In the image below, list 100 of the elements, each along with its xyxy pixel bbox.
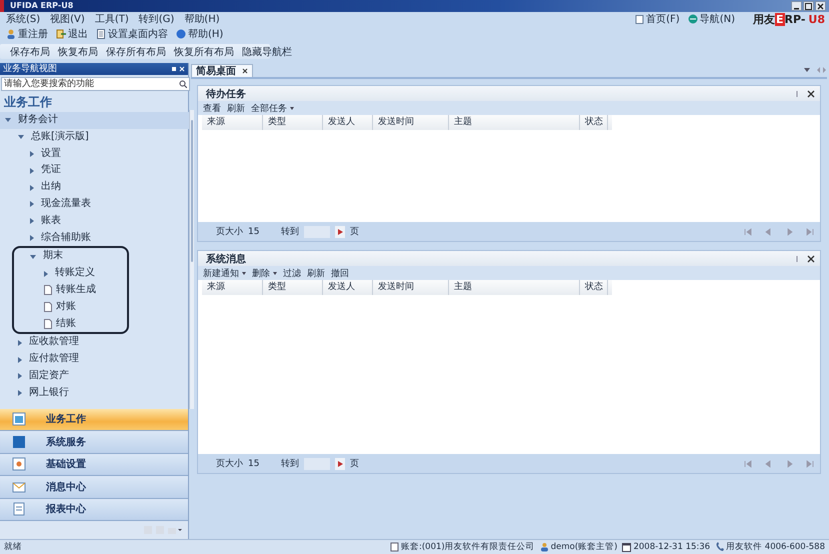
document-icon	[390, 542, 399, 552]
toolbar-button[interactable]: 恢复布局	[56, 44, 100, 58]
column-header[interactable]: 发送人	[323, 115, 373, 130]
close-icon	[817, 2, 824, 10]
nav-button[interactable]: 报表中心	[0, 498, 188, 521]
panel-title: 系统消息	[206, 252, 246, 266]
search-field[interactable]: 请输入您要搜索的功能	[1, 77, 190, 91]
toolbar-button[interactable]: 全部任务	[251, 102, 294, 114]
tree-item[interactable]: 转账定义	[14, 265, 127, 282]
pin-close-icon[interactable]	[794, 90, 816, 98]
page-icon	[96, 28, 106, 38]
goto-label: 转到	[281, 458, 299, 470]
page-size-field[interactable]: 15	[248, 458, 270, 468]
column-header[interactable]: 发送时间	[373, 280, 449, 295]
tree-item[interactable]: 出纳	[0, 179, 189, 196]
column-header[interactable]: 状态	[580, 280, 608, 295]
column-header[interactable]: 主题	[449, 115, 580, 130]
toolbar-button[interactable]: 查看	[203, 102, 221, 114]
toolbar-button[interactable]: 恢复所有布局	[172, 44, 236, 58]
caret-icon	[30, 168, 34, 174]
scrollbar[interactable]	[189, 110, 194, 408]
page-label: 页	[350, 458, 359, 470]
tree-item[interactable]: 固定资产	[0, 368, 189, 385]
tree-item[interactable]: 应付款管理	[0, 351, 189, 368]
maximize-button[interactable]	[803, 1, 814, 11]
tree-item[interactable]: 对账	[14, 298, 127, 316]
caret-icon	[18, 390, 22, 396]
minimize-button[interactable]	[791, 1, 802, 11]
toolbar-button[interactable]: 退出	[54, 26, 90, 40]
nav-button[interactable]: 系统服务	[0, 431, 188, 454]
nav-button[interactable]: 基础设置	[0, 454, 188, 476]
pin-close-icon[interactable]	[171, 66, 185, 72]
logo: 用友E RP- U8	[752, 12, 825, 26]
column-header[interactable]: 发送人	[323, 280, 373, 295]
goto-label: 转到	[281, 226, 299, 238]
toolbar-button[interactable]: 隐藏导航栏	[240, 44, 294, 58]
caret-icon	[18, 356, 22, 363]
tree-item[interactable]: 网上银行	[0, 384, 189, 402]
tree-item[interactable]: 凭证	[0, 162, 189, 180]
column-header[interactable]: 发送时间	[373, 115, 449, 130]
menu-item[interactable]: 视图(V)	[50, 12, 85, 26]
toolbar-button[interactable]: 保存布局	[8, 44, 52, 58]
dropdown-icon	[273, 272, 277, 274]
toolbar-button[interactable]: 帮助(H)	[174, 26, 226, 40]
nav-button[interactable]: 消息中心	[0, 476, 188, 498]
menu-item[interactable]: 转到(G)	[138, 12, 174, 26]
spin-button[interactable]	[335, 458, 345, 470]
caret-icon	[30, 184, 34, 191]
menu-item[interactable]: 工具(T)	[94, 12, 129, 26]
page-label: 页	[350, 226, 359, 238]
toolbar-button[interactable]: 过滤	[283, 266, 301, 280]
menu-item[interactable]: 系统(S)	[6, 12, 40, 26]
maximize-icon	[805, 2, 812, 10]
window-icon	[12, 412, 26, 426]
tree-item[interactable]: 设置	[0, 146, 189, 162]
header-link[interactable]: 导航(N)	[688, 12, 735, 26]
close-button[interactable]	[815, 1, 826, 11]
toolbar-button[interactable]: 新建通知	[203, 266, 246, 280]
document-icon	[44, 285, 52, 296]
spin-button[interactable]	[335, 226, 345, 238]
column-header[interactable]: 状态	[580, 115, 608, 130]
menu-item[interactable]: 帮助(H)	[184, 12, 220, 26]
toolbar-button[interactable]: 重注册	[4, 26, 50, 40]
toolbar-button[interactable]: 设置桌面内容	[94, 26, 170, 40]
page-field[interactable]	[304, 458, 330, 470]
page-size-field[interactable]: 15	[248, 226, 270, 236]
column-header[interactable]: 主题	[449, 280, 580, 295]
tree-item[interactable]: 账表	[0, 212, 189, 230]
dropdown-icon	[290, 106, 294, 110]
tree-item[interactable]: 转账生成	[14, 282, 127, 299]
pin-close-icon[interactable]	[794, 254, 816, 262]
tree-item[interactable]: 应收款管理	[0, 334, 189, 352]
panel-title: 业务导航视图	[3, 63, 57, 75]
nav-button[interactable]: 业务工作	[0, 408, 188, 431]
page-field[interactable]	[304, 226, 330, 238]
caret-icon	[5, 118, 11, 122]
toolbar-button[interactable]: 撤回	[331, 266, 349, 280]
tree-item[interactable]: 结账	[14, 316, 127, 332]
column-header[interactable]: 来源	[202, 280, 263, 295]
caret-icon	[30, 201, 34, 208]
tree-item[interactable]: 期末	[14, 248, 127, 266]
tab-scroll-icon[interactable]	[803, 66, 827, 74]
tree-item[interactable]: 财务会计	[0, 112, 189, 129]
tree-item[interactable]: 综合辅助账	[0, 230, 189, 246]
toolbar-button[interactable]: 删除	[252, 266, 277, 280]
header-link[interactable]: 首页(F)	[635, 12, 680, 26]
play-icon	[338, 228, 342, 234]
panel-title: 待办任务	[206, 88, 246, 100]
toolbar-button[interactable]: 保存所有布局	[104, 44, 168, 58]
column-header[interactable]: 类型	[263, 115, 323, 130]
close-icon[interactable]	[242, 68, 248, 74]
envelope-icon	[12, 480, 26, 494]
tree-item[interactable]: 总账[演示版]	[0, 128, 189, 146]
tree-item[interactable]: 现金流量表	[0, 196, 189, 213]
column-header[interactable]: 来源	[202, 115, 263, 130]
toolbar-button[interactable]: 刷新	[307, 266, 325, 280]
square-icon	[12, 434, 26, 449]
toolbar-button[interactable]: 刷新	[227, 102, 245, 114]
column-header[interactable]: 类型	[263, 280, 323, 295]
tab[interactable]: 简易桌面	[191, 64, 253, 77]
